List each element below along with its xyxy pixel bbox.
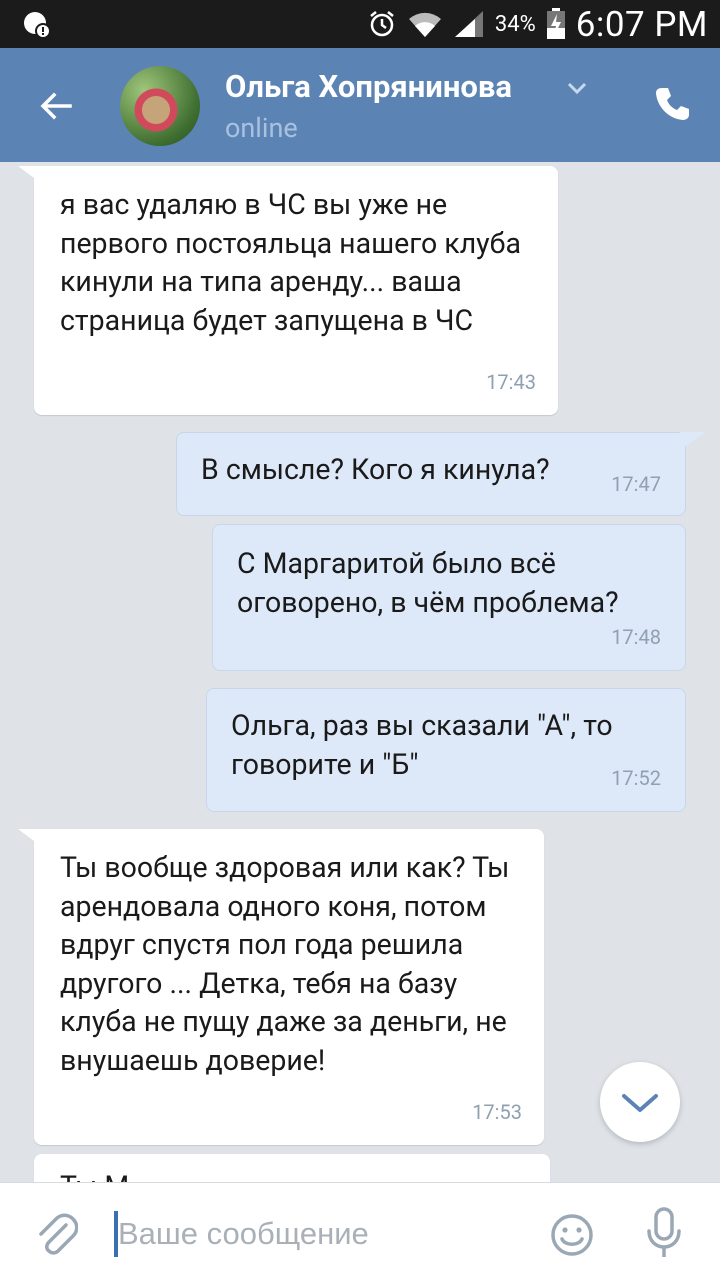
microphone-icon[interactable] <box>644 1207 684 1259</box>
status-bar: 34% 6:07 PM <box>0 0 720 48</box>
chat-header: Ольга Хопрянинова online <box>0 48 720 162</box>
message-incoming[interactable]: Ты М <box>34 1154 550 1182</box>
alarm-icon <box>370 11 394 37</box>
message-text: В смысле? Кого я кинула? <box>201 453 550 486</box>
message-incoming[interactable]: я вас удаляю в ЧС вы уже не первого пост… <box>34 166 558 415</box>
message-incoming[interactable]: Ты вообще здоровая или как? Ты арендовал… <box>34 829 544 1145</box>
chevron-down-icon <box>622 1094 658 1112</box>
paperclip-icon[interactable] <box>36 1211 78 1257</box>
battery-percent: 34% <box>494 11 536 37</box>
arrow-left-icon[interactable] <box>36 86 76 126</box>
message-list[interactable]: я вас удаляю в ЧС вы уже не первого пост… <box>0 162 720 1182</box>
message-text: С Маргаритой было всё оговорено, в чём п… <box>237 547 619 619</box>
battery-charging-icon <box>546 8 565 39</box>
bubble-tail <box>18 166 42 184</box>
message-text: я вас удаляю в ЧС вы уже не первого пост… <box>60 188 521 337</box>
message-time: 17:47 <box>611 471 661 496</box>
signal-icon <box>454 11 483 37</box>
message-time: 17:52 <box>611 765 661 790</box>
message-composer <box>0 1182 720 1280</box>
scroll-down-button[interactable] <box>600 1062 680 1142</box>
message-text: Ты М <box>60 1168 530 1182</box>
message-time: 17:53 <box>472 1099 522 1124</box>
contact-status: online <box>225 112 298 144</box>
message-outgoing[interactable]: Ольга, раз вы сказали "А", то говорите и… <box>206 688 686 812</box>
phone-icon[interactable] <box>652 84 692 124</box>
notification-icon <box>24 12 51 39</box>
bubble-tail <box>18 829 42 847</box>
message-text: Ты вообще здоровая или как? Ты арендовал… <box>60 851 510 1077</box>
message-text: Ольга, раз вы сказали "А", то говорите и… <box>231 709 613 781</box>
message-outgoing[interactable]: С Маргаритой было всё оговорено, в чём п… <box>212 524 686 671</box>
message-time: 17:43 <box>486 369 536 394</box>
message-time: 17:48 <box>611 624 661 649</box>
status-time: 6:07 PM <box>575 3 708 45</box>
message-input[interactable] <box>118 1209 518 1259</box>
avatar[interactable] <box>120 66 200 146</box>
bubble-tail <box>680 432 706 450</box>
wifi-icon <box>408 12 441 37</box>
message-outgoing[interactable]: В смысле? Кого я кинула? 17:47 <box>176 432 686 516</box>
chevron-down-icon[interactable] <box>566 80 588 96</box>
contact-name[interactable]: Ольга Хопрянинова <box>225 68 512 105</box>
smiley-icon[interactable] <box>550 1213 594 1257</box>
